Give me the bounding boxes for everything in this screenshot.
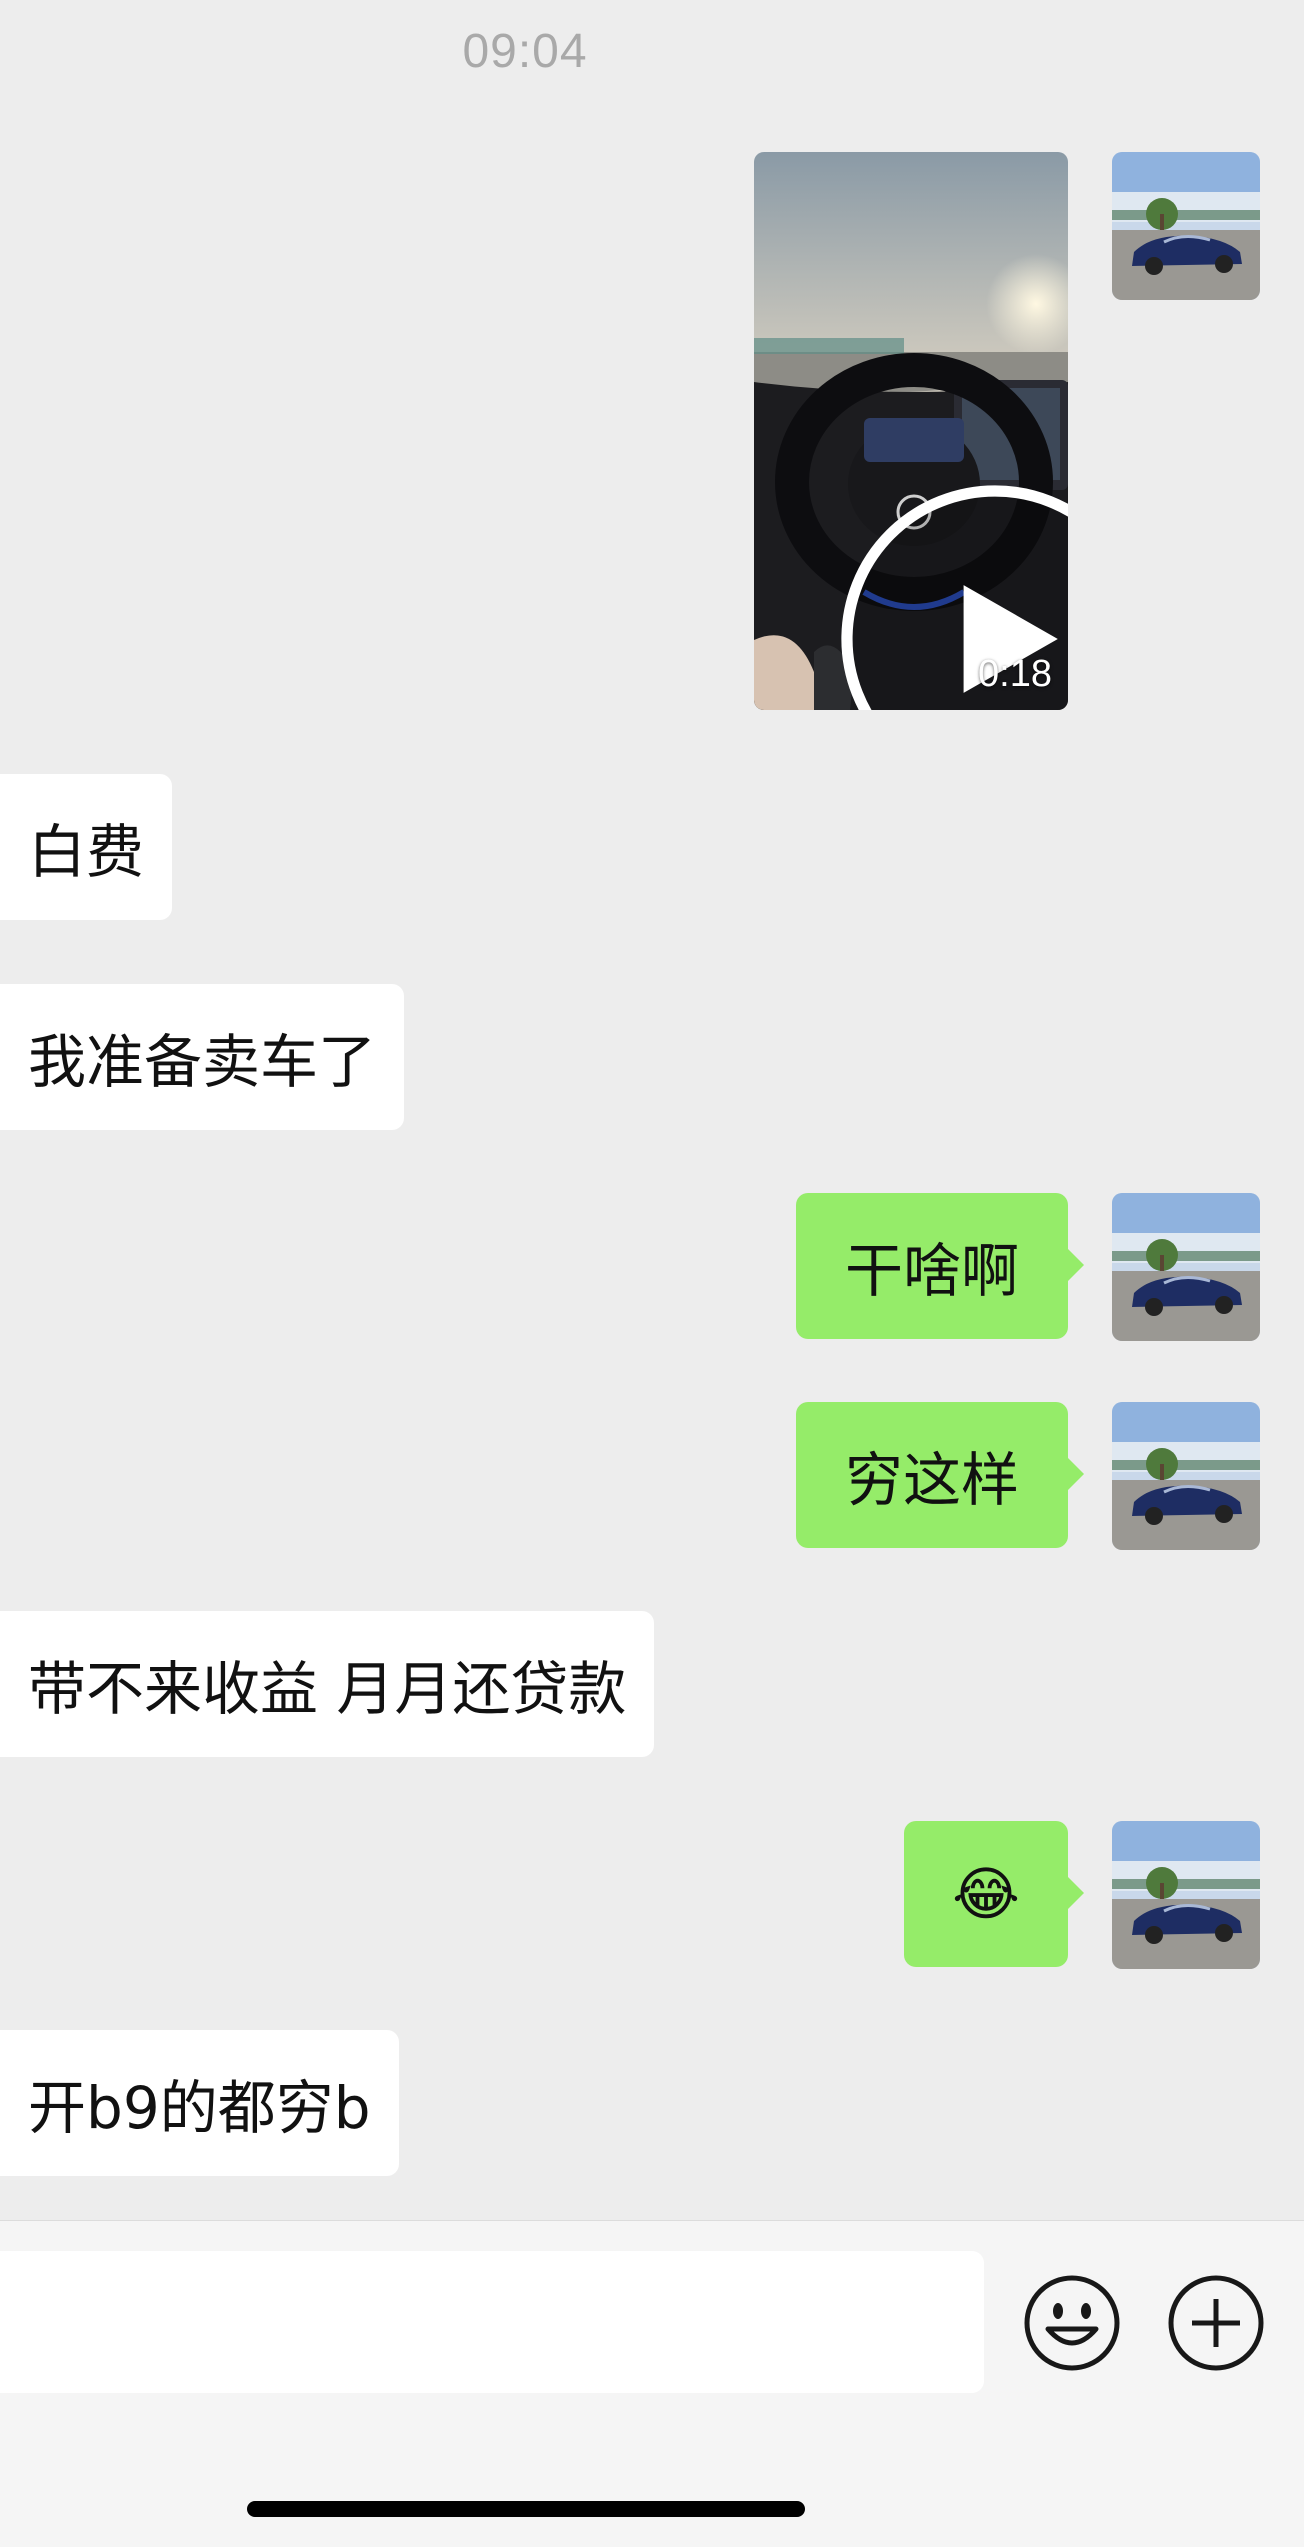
message-input[interactable] <box>0 2251 984 2393</box>
video-message[interactable]: 0:18 <box>754 152 1068 710</box>
message-bubble-incoming[interactable]: 白费 <box>0 774 173 920</box>
message-bubble-incoming[interactable]: 带不来收益 月月还贷款 <box>0 1611 655 1757</box>
message-bubble-incoming[interactable]: 我准备卖车了 <box>0 984 405 1130</box>
home-indicator <box>247 2501 805 2517</box>
message-bubble-outgoing[interactable]: 穷这样 <box>796 1402 1084 1548</box>
avatar[interactable] <box>1112 152 1260 300</box>
avatar[interactable] <box>1112 1821 1260 1969</box>
message-bubble-incoming[interactable]: 开b9的都穷b <box>0 2030 399 2176</box>
avatar[interactable] <box>1112 1193 1260 1341</box>
avatar[interactable] <box>1112 1402 1260 1550</box>
emoji-smile-icon[interactable] <box>1022 2273 1122 2373</box>
plus-circle-icon[interactable] <box>1166 2273 1266 2373</box>
message-bubble-outgoing[interactable]: 😂 <box>904 1821 1084 1967</box>
message-bubble-outgoing[interactable]: 干啥啊 <box>796 1193 1084 1339</box>
video-duration: 0:18 <box>978 653 1052 695</box>
input-bar <box>0 2220 1304 2547</box>
timestamp: 09:04 <box>462 25 588 78</box>
